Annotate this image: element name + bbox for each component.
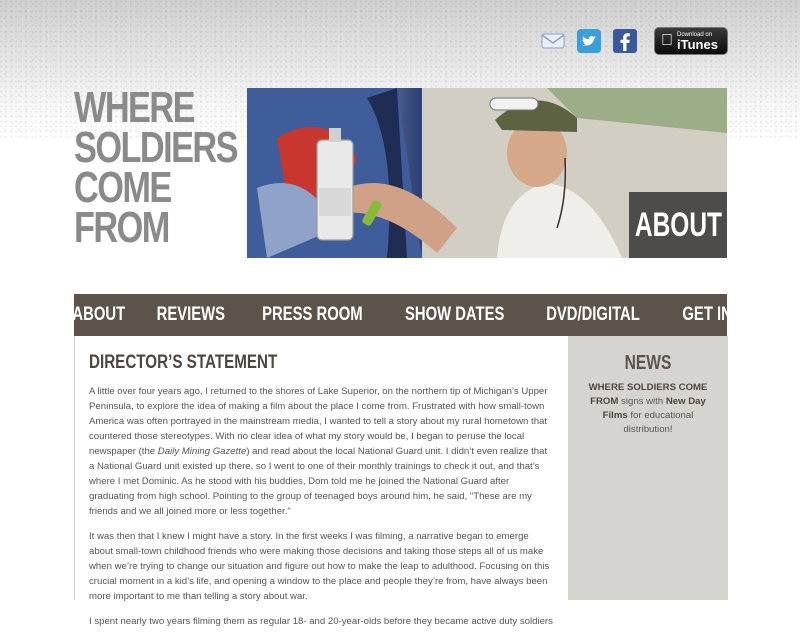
page-title: DIRECTOR’S STATEMENT [89,352,278,373]
logo-line-2: SOLDIERS [74,123,239,172]
statement-paragraph-2: It was then that I knew I might have a s… [89,531,550,602]
itunes-badge[interactable]:  Download on iTunes [654,27,728,55]
news-text-2: for educational distribution! [623,410,694,435]
content-area: DIRECTOR’S STATEMENT A little over four … [74,336,728,627]
news-sidebar: NEWS WHERE SOLDIERS COME FROM signs with… [568,336,728,600]
hero-label-text: ABOUT [634,205,722,244]
logo-line-1: WHERE [74,83,196,132]
apple-icon:  [661,33,673,49]
twitter-icon[interactable] [576,28,602,54]
main-nav: HOME ABOUT REVIEWS PRESS ROOM SHOW DATES… [1,294,791,336]
nav-show-dates[interactable]: SHOW DATES [405,304,504,326]
news-item: WHERE SOLDIERS COME FROM signs with New … [586,381,710,437]
nav-about[interactable]: ABOUT [73,304,126,326]
news-title: NEWS [624,352,672,374]
site-logo[interactable]: WHERE SOLDIERS COME FROM [74,83,239,252]
nav-get-involved[interactable]: GET INVOLVED [682,304,791,326]
social-links:  Download on iTunes [530,27,728,55]
statement-paragraph-1: A little over four years ago, I returned… [89,384,555,519]
statement-paragraph-3: I spent nearly two years filming them as… [89,616,553,627]
hero-image: ABOUT [247,88,727,258]
logo-line-3: COME [74,163,172,212]
logo-line-4: FROM [74,203,170,252]
nav-press-room[interactable]: PRESS ROOM [263,304,363,326]
nav-dvd-digital[interactable]: DVD/DIGITAL [546,304,640,326]
news-text-1: signs with [618,396,666,407]
mail-icon[interactable] [540,28,566,54]
newspaper-title: Daily Mining Gazette [157,446,247,457]
facebook-icon[interactable] [612,28,638,54]
nav-home[interactable]: HOME [1,304,45,326]
nav-reviews[interactable]: REVIEWS [156,304,224,326]
hero-label: ABOUT [629,192,727,258]
main-column: DIRECTOR’S STATEMENT A little over four … [89,352,555,639]
itunes-big-text: iTunes [665,36,718,52]
